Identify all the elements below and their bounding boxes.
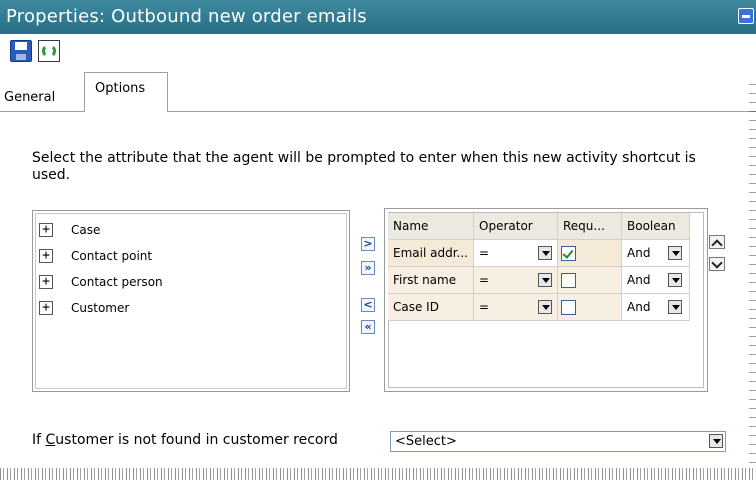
grid-header-row: Name Operator Requ... Boolean xyxy=(388,213,690,240)
add-all-attributes-button[interactable]: » xyxy=(361,261,375,275)
tab-general[interactable]: General xyxy=(4,90,55,105)
tree-item-label: Contact point xyxy=(71,249,153,263)
operator-value: = xyxy=(479,246,490,260)
tree-item-contact-person[interactable]: + Contact person xyxy=(39,273,163,291)
tree-item-case[interactable]: + Case xyxy=(39,221,100,239)
tree-item-label: Contact person xyxy=(71,275,163,289)
chevron-down-icon[interactable] xyxy=(538,246,552,260)
boolean-value: And xyxy=(627,300,651,314)
boolean-select[interactable]: And xyxy=(622,294,690,321)
expand-icon[interactable]: + xyxy=(39,301,53,315)
operator-value: = xyxy=(479,300,490,314)
customer-not-found-select[interactable]: <Select> xyxy=(390,431,726,452)
refresh-icon[interactable] xyxy=(38,40,60,62)
select-value: <Select> xyxy=(395,434,457,449)
required-checkbox[interactable] xyxy=(561,273,576,288)
move-up-icon[interactable] xyxy=(709,235,725,249)
column-header-boolean[interactable]: Boolean xyxy=(622,213,690,240)
tab-options[interactable]: Options xyxy=(84,72,168,112)
tree-item-customer[interactable]: + Customer xyxy=(39,299,129,317)
required-cell xyxy=(558,294,622,321)
operator-value: = xyxy=(479,273,490,287)
move-down-icon[interactable] xyxy=(709,257,725,271)
label-rest: ustomer is not found in customer record xyxy=(55,432,338,448)
chevron-down-icon[interactable] xyxy=(668,246,682,260)
selected-attributes-grid[interactable]: Name Operator Requ... Boolean Email addr… xyxy=(384,208,708,392)
label-accelerator: C xyxy=(45,432,56,448)
save-icon[interactable] xyxy=(10,40,32,62)
toolbar xyxy=(0,34,756,72)
expand-icon[interactable]: + xyxy=(39,249,53,263)
minimize-icon[interactable] xyxy=(738,8,754,24)
boolean-value: And xyxy=(627,273,651,287)
table-row[interactable]: Email addr... = And xyxy=(388,240,690,267)
clipped-edge xyxy=(749,84,756,464)
column-header-operator[interactable]: Operator xyxy=(474,213,558,240)
boolean-value: And xyxy=(627,246,651,260)
column-header-required[interactable]: Requ... xyxy=(558,213,622,240)
required-checkbox[interactable] xyxy=(561,300,576,315)
boolean-select[interactable]: And xyxy=(622,240,690,267)
operator-select[interactable]: = xyxy=(474,267,558,294)
row-name: Email addr... xyxy=(388,240,474,267)
table-row[interactable]: Case ID = And xyxy=(388,294,690,321)
row-name: First name xyxy=(388,267,474,294)
tree-item-label: Customer xyxy=(71,301,130,315)
tab-strip: General Options xyxy=(0,72,756,112)
customer-not-found-label: If Customer is not found in customer rec… xyxy=(32,432,338,448)
label-prefix: If xyxy=(32,432,46,448)
row-name: Case ID xyxy=(388,294,474,321)
chevron-down-icon[interactable] xyxy=(668,273,682,287)
add-attribute-button[interactable]: > xyxy=(361,237,375,251)
tree-item-contact-point[interactable]: + Contact point xyxy=(39,247,152,265)
table-row[interactable]: First name = And xyxy=(388,267,690,294)
chevron-down-icon[interactable] xyxy=(538,273,552,287)
column-header-name[interactable]: Name xyxy=(388,213,474,240)
window-title: Properties: Outbound new order emails xyxy=(6,6,367,27)
remove-all-attributes-button[interactable]: « xyxy=(361,320,375,334)
remove-attribute-button[interactable]: < xyxy=(361,298,375,312)
tree-item-label: Case xyxy=(71,223,101,237)
expand-icon[interactable]: + xyxy=(39,275,53,289)
operator-select[interactable]: = xyxy=(474,294,558,321)
chevron-down-icon[interactable] xyxy=(668,300,682,314)
required-cell xyxy=(558,267,622,294)
boolean-select[interactable]: And xyxy=(622,267,690,294)
required-checkbox[interactable] xyxy=(561,246,576,261)
instructions-text: Select the attribute that the agent will… xyxy=(32,150,696,183)
window-title-bar: Properties: Outbound new order emails xyxy=(0,0,756,34)
expand-icon[interactable]: + xyxy=(39,223,53,237)
clipped-bottom-edge xyxy=(0,468,756,480)
required-cell xyxy=(558,240,622,267)
chevron-down-icon[interactable] xyxy=(538,300,552,314)
attribute-tree[interactable]: + Case + Contact point + Contact person … xyxy=(32,210,350,392)
operator-select[interactable]: = xyxy=(474,240,558,267)
chevron-down-icon[interactable] xyxy=(709,434,723,448)
